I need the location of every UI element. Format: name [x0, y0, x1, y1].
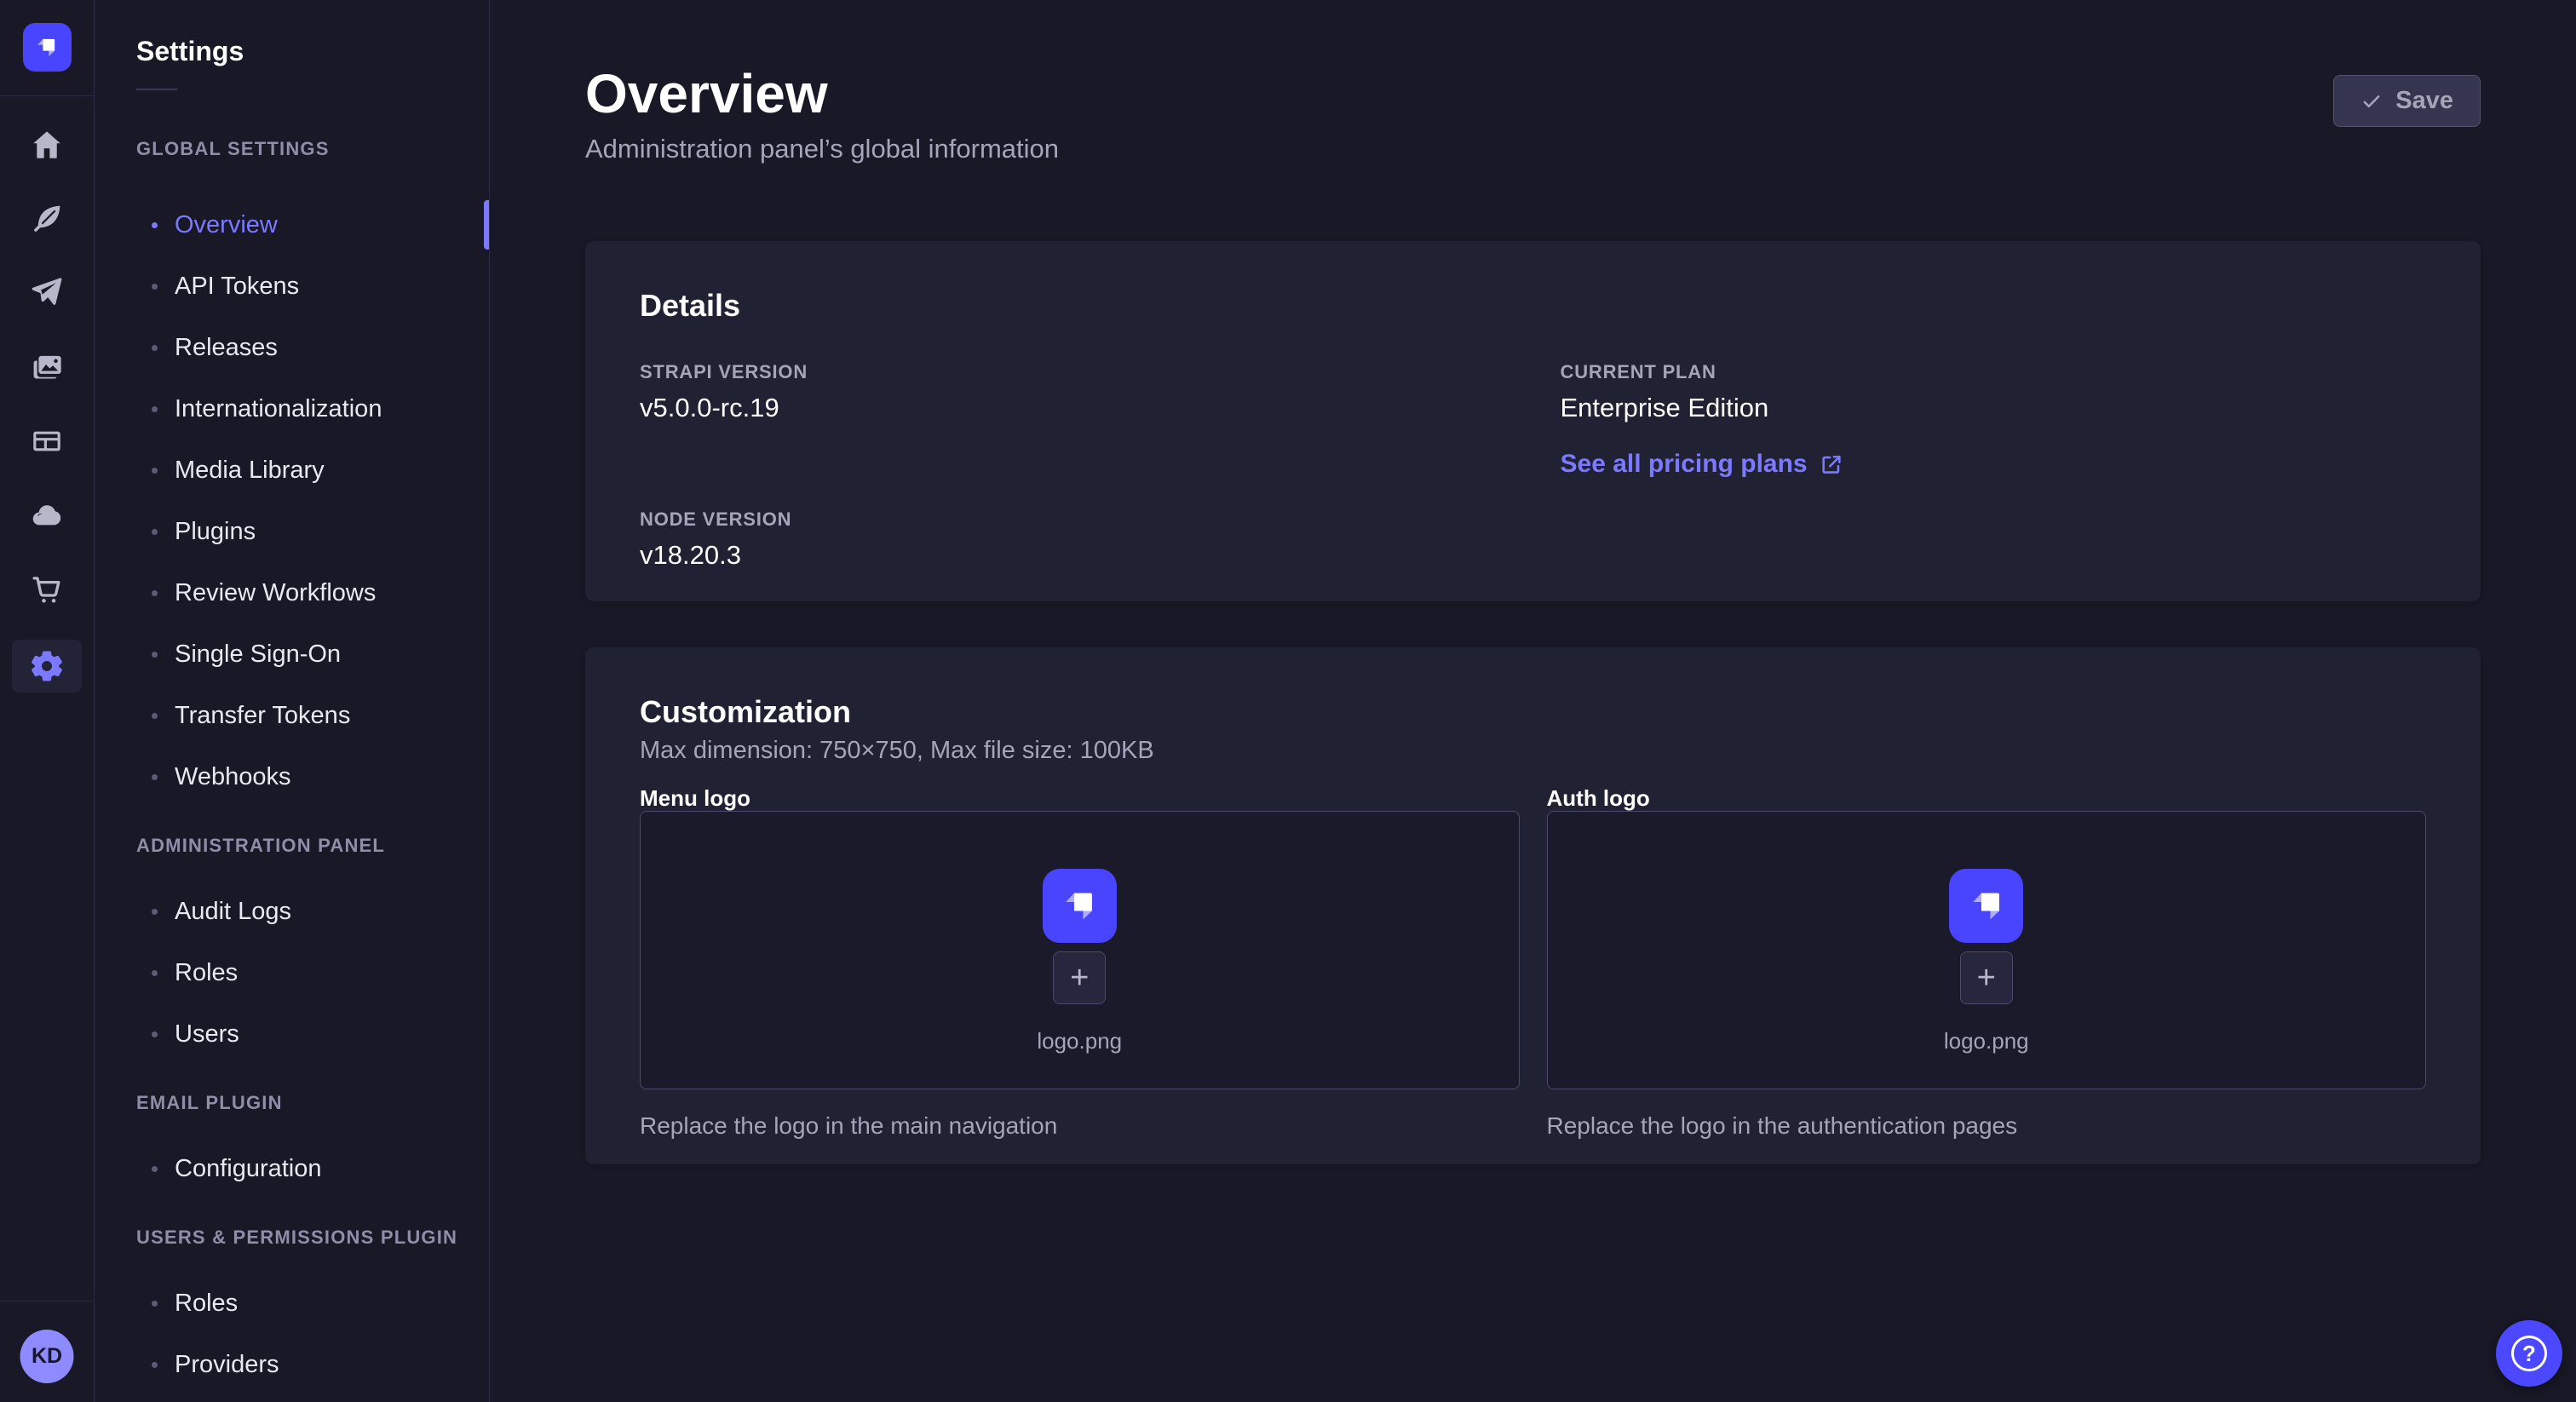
plus-icon: +: [1977, 962, 1996, 994]
sidebar-item-admin-roles[interactable]: Roles: [136, 942, 489, 1003]
section-email-plugin: EMAIL PLUGIN Configuration: [136, 1092, 489, 1199]
auth-logo-add-button[interactable]: +: [1960, 951, 2013, 1004]
menu-logo-filename: logo.png: [1037, 1028, 1122, 1054]
page-subtitle: Administration panel’s global informatio…: [585, 135, 1059, 164]
sidebar-item-review-workflows[interactable]: Review Workflows: [136, 562, 489, 623]
bullet-icon: [152, 774, 158, 780]
details-grid-spacer: [1561, 509, 2427, 571]
releases-icon[interactable]: [20, 269, 74, 317]
section-users-permissions-plugin: USERS & PERMISSIONS PLUGIN Roles Provide…: [136, 1227, 489, 1395]
details-card: Details STRAPI VERSION v5.0.0-rc.19 CURR…: [585, 241, 2481, 601]
external-link-icon: [1820, 452, 1843, 476]
bullet-icon: [152, 1301, 158, 1307]
section-administration-panel: ADMINISTRATION PANEL Audit Logs Roles Us…: [136, 835, 489, 1065]
bullet-icon: [152, 222, 158, 228]
check-icon: [2360, 90, 2383, 112]
sidebar-item-releases[interactable]: Releases: [136, 317, 489, 378]
avatar-initials: KD: [32, 1344, 62, 1369]
bullet-icon: [152, 529, 158, 535]
bullet-icon: [152, 406, 158, 412]
sidebar-item-email-configuration[interactable]: Configuration: [136, 1138, 489, 1199]
sidebar-item-media-library[interactable]: Media Library: [136, 440, 489, 501]
content-manager-icon[interactable]: [20, 417, 74, 465]
rail-icon-list: [12, 121, 82, 692]
section-header: USERS & PERMISSIONS PLUGIN: [136, 1227, 489, 1249]
settings-icon[interactable]: [12, 640, 82, 692]
menu-logo-preview: [1043, 869, 1117, 943]
bullet-icon: [152, 713, 158, 719]
bullet-icon: [152, 284, 158, 290]
strapi-admin-window: KD Settings GLOBAL SETTINGS Overview API…: [0, 0, 2576, 1402]
save-button[interactable]: Save: [2333, 75, 2481, 127]
bullet-icon: [152, 970, 158, 976]
bullet-icon: [152, 345, 158, 351]
page-header-text: Overview Administration panel’s global i…: [585, 65, 1059, 164]
auth-logo-dropzone[interactable]: + logo.png: [1547, 811, 2427, 1089]
section-header: EMAIL PLUGIN: [136, 1092, 489, 1114]
subnav-title-divider: [136, 89, 177, 90]
logo-uploads: Menu logo + logo.png Replace the logo in…: [640, 785, 2426, 1141]
page-header: Overview Administration panel’s global i…: [585, 65, 2481, 164]
help-icon: ?: [2511, 1336, 2547, 1371]
sidebar-item-transfer-tokens[interactable]: Transfer Tokens: [136, 685, 489, 746]
field-node-version: NODE VERSION v18.20.3: [640, 509, 1506, 571]
marketplace-icon[interactable]: [20, 566, 74, 613]
settings-subnav: Settings GLOBAL SETTINGS Overview API To…: [95, 0, 490, 1402]
strapi-mark-icon: [32, 33, 60, 61]
sidebar-item-admin-users[interactable]: Users: [136, 1003, 489, 1065]
field-strapi-version: STRAPI VERSION v5.0.0-rc.19: [640, 362, 1506, 480]
sidebar-item-up-providers[interactable]: Providers: [136, 1334, 489, 1395]
section-global-settings: GLOBAL SETTINGS Overview API Tokens Rele…: [136, 138, 489, 807]
customization-card: Customization Max dimension: 750×750, Ma…: [585, 647, 2481, 1164]
sidebar-item-overview[interactable]: Overview: [136, 194, 489, 256]
menu-logo-label: Menu logo: [640, 785, 1520, 811]
help-button[interactable]: ?: [2496, 1320, 2562, 1387]
auth-logo-filename: logo.png: [1944, 1028, 2029, 1054]
sidebar-item-plugins[interactable]: Plugins: [136, 501, 489, 562]
section-header: GLOBAL SETTINGS: [136, 138, 489, 160]
details-card-title: Details: [640, 289, 2426, 323]
page-title: Overview: [585, 65, 1059, 123]
bullet-icon: [152, 1362, 158, 1368]
pricing-plans-link[interactable]: See all pricing plans: [1561, 449, 1843, 480]
sidebar-item-single-sign-on[interactable]: Single Sign-On: [136, 623, 489, 685]
bullet-icon: [152, 909, 158, 915]
menu-logo-caption: Replace the logo in the main navigation: [640, 1112, 1520, 1141]
user-avatar[interactable]: KD: [20, 1330, 74, 1383]
auth-logo-preview: [1949, 869, 2023, 943]
customization-constraints: Max dimension: 750×750, Max file size: 1…: [640, 736, 2426, 765]
bullet-icon: [152, 1031, 158, 1037]
rail-divider: [0, 95, 95, 96]
auth-logo-caption: Replace the logo in the authentication p…: [1547, 1112, 2427, 1141]
plus-icon: +: [1070, 962, 1089, 994]
bullet-icon: [152, 468, 158, 474]
sidebar-item-up-roles[interactable]: Roles: [136, 1273, 489, 1334]
sidebar-item-webhooks[interactable]: Webhooks: [136, 746, 489, 807]
subnav-title: Settings: [136, 34, 489, 68]
main-nav-rail: KD: [0, 0, 95, 1402]
sidebar-item-api-tokens[interactable]: API Tokens: [136, 256, 489, 317]
main-content: Overview Administration panel’s global i…: [490, 0, 2576, 1402]
details-grid: STRAPI VERSION v5.0.0-rc.19 CURRENT PLAN…: [640, 362, 2426, 571]
customization-card-title: Customization: [640, 695, 2426, 729]
strapi-logo-icon[interactable]: [23, 23, 72, 72]
bullet-icon: [152, 652, 158, 658]
strapi-mark-icon: [1058, 884, 1101, 927]
media-library-icon[interactable]: [20, 343, 74, 391]
auth-logo-label: Auth logo: [1547, 785, 2427, 811]
sidebar-item-internationalization[interactable]: Internationalization: [136, 378, 489, 440]
field-current-plan: CURRENT PLAN Enterprise Edition See all …: [1561, 362, 2427, 480]
strapi-mark-icon: [1965, 884, 2008, 927]
menu-logo-dropzone[interactable]: + logo.png: [640, 811, 1520, 1089]
home-icon[interactable]: [20, 121, 74, 169]
section-header: ADMINISTRATION PANEL: [136, 835, 489, 857]
bullet-icon: [152, 1166, 158, 1172]
menu-logo-field: Menu logo + logo.png Replace the logo in…: [640, 785, 1520, 1141]
content-type-builder-icon[interactable]: [20, 195, 74, 243]
auth-logo-field: Auth logo + logo.png Replace the logo in…: [1547, 785, 2427, 1141]
cloud-icon[interactable]: [20, 491, 74, 539]
sidebar-item-audit-logs[interactable]: Audit Logs: [136, 881, 489, 942]
bullet-icon: [152, 590, 158, 596]
menu-logo-add-button[interactable]: +: [1053, 951, 1106, 1004]
